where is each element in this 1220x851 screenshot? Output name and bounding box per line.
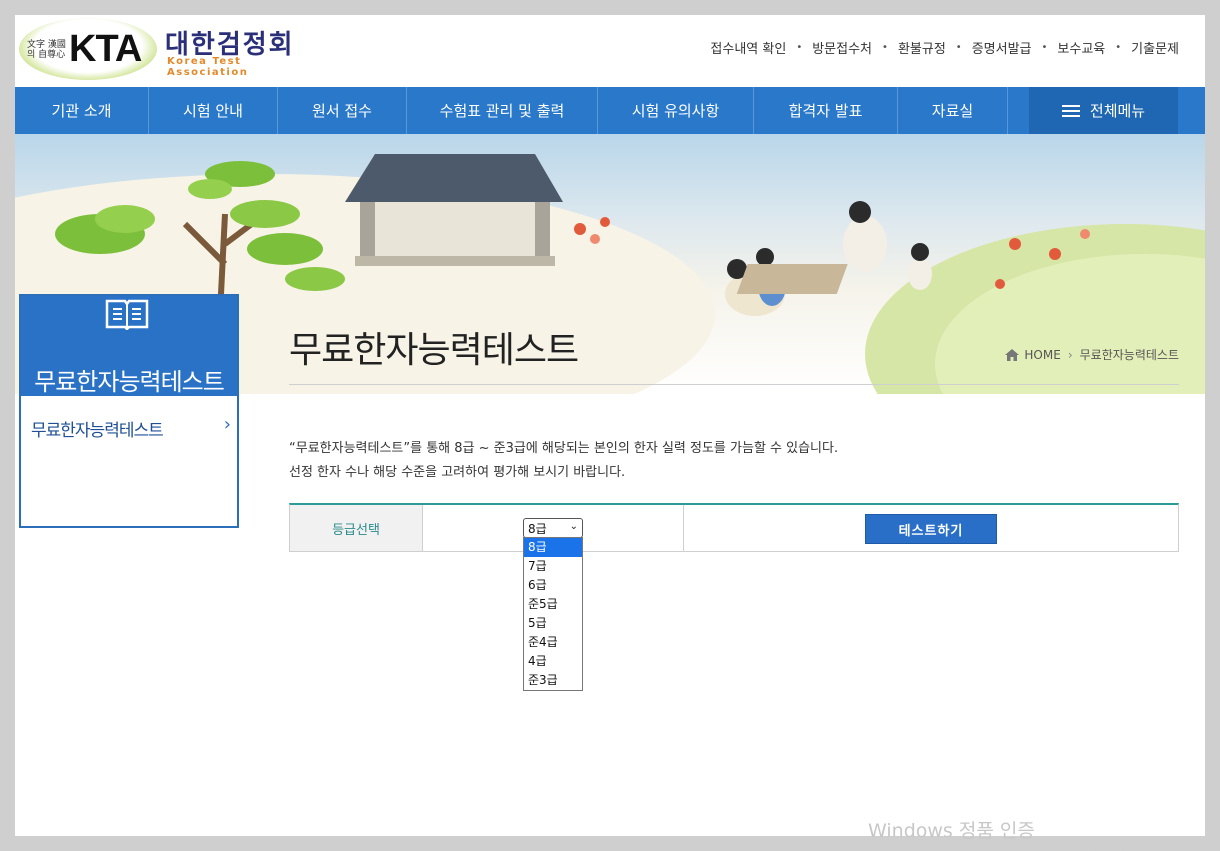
grade-dropdown-list: 8급 7급 6급 준5급 5급 준4급 4급 준3급 bbox=[523, 537, 583, 691]
util-separator: • bbox=[1115, 42, 1122, 53]
breadcrumb-current: 무료한자능력테스트 bbox=[1079, 348, 1179, 362]
util-separator: • bbox=[796, 42, 803, 53]
start-test-button[interactable]: 테스트하기 bbox=[865, 514, 997, 544]
page: 文字 漢國의 自尊心 KTA 대한검정회 Korea Test Associat… bbox=[15, 15, 1205, 836]
kta-logo[interactable]: 文字 漢國의 自尊心 KTA 대한검정회 Korea Test Associat… bbox=[19, 18, 319, 80]
all-menu-button[interactable]: 전체메뉴 bbox=[1029, 87, 1178, 134]
logo-kta-text: KTA bbox=[69, 28, 142, 70]
grade-select[interactable]: 8급 ⌄ bbox=[523, 518, 583, 538]
util-link-visit[interactable]: 방문접수처 bbox=[812, 38, 872, 57]
test-table: 등급선택 8급 ⌄ 테스트하기 bbox=[289, 503, 1179, 552]
grade-option[interactable]: 준5급 bbox=[524, 595, 582, 614]
chevron-right-icon: › bbox=[223, 414, 231, 435]
grade-option[interactable]: 준4급 bbox=[524, 633, 582, 652]
main-nav: 기관 소개 시험 안내 원서 접수 수험표 관리 및 출력 시험 유의사항 합격… bbox=[15, 87, 1205, 134]
header: 文字 漢國의 自尊心 KTA 대한검정회 Korea Test Associat… bbox=[15, 15, 1205, 87]
breadcrumb-arrow-icon: › bbox=[1067, 347, 1073, 362]
all-menu-label: 전체메뉴 bbox=[1089, 102, 1146, 120]
nav-item-results[interactable]: 합격자 발표 bbox=[754, 87, 898, 134]
page-title: 무료한자능력테스트 bbox=[289, 330, 579, 371]
description-line-1: “무료한자능력테스트”를 통해 8급 ~ 준3급에 해당되는 본인의 한자 실력… bbox=[289, 441, 839, 456]
chevron-down-icon: ⌄ bbox=[569, 521, 578, 532]
util-separator: • bbox=[1041, 42, 1048, 53]
util-link-refund[interactable]: 환불규정 bbox=[898, 38, 946, 57]
description-line-2: 선정 한자 수나 해당 수준을 고려하여 평가해 보시기 바랍니다. bbox=[289, 465, 626, 480]
nav-item-application[interactable]: 원서 접수 bbox=[278, 87, 407, 134]
side-menu-item-free-test[interactable]: 무료한자능력테스트 bbox=[31, 416, 227, 441]
grade-option[interactable]: 준3급 bbox=[524, 671, 582, 690]
grade-option[interactable]: 8급 bbox=[524, 538, 582, 557]
nav-item-resources[interactable]: 자료실 bbox=[898, 87, 1008, 134]
nav-item-about[interactable]: 기관 소개 bbox=[15, 87, 149, 134]
side-menu: 무료한자능력테스트 무료한자능력테스트 › bbox=[19, 294, 239, 528]
description: “무료한자능력테스트”를 통해 8급 ~ 준3급에 해당되는 본인의 한자 실력… bbox=[289, 437, 838, 485]
book-icon bbox=[105, 299, 149, 330]
breadcrumb: HOME › 무료한자능력테스트 bbox=[1005, 346, 1179, 363]
side-menu-title: 무료한자능력테스트 bbox=[34, 368, 225, 396]
util-link-past-exams[interactable]: 기출문제 bbox=[1131, 38, 1179, 57]
windows-activation-subtext: [설정]으로 이동하여 Windows를 정품 인증합니다. bbox=[868, 840, 1148, 851]
nav-item-exam-notes[interactable]: 시험 유의사항 bbox=[598, 87, 754, 134]
grade-option[interactable]: 5급 bbox=[524, 614, 582, 633]
util-link-certificate[interactable]: 증명서발급 bbox=[972, 38, 1032, 57]
grade-option[interactable]: 6급 bbox=[524, 576, 582, 595]
grade-label: 등급선택 bbox=[290, 505, 423, 551]
nav-item-admission-ticket[interactable]: 수험표 관리 및 출력 bbox=[407, 87, 598, 134]
grade-option[interactable]: 4급 bbox=[524, 652, 582, 671]
nav-item-exam-info[interactable]: 시험 안내 bbox=[149, 87, 278, 134]
button-cell: 테스트하기 bbox=[684, 505, 1178, 551]
title-divider bbox=[289, 384, 1179, 385]
home-icon bbox=[1005, 348, 1020, 361]
util-separator: • bbox=[882, 42, 888, 53]
hamburger-icon bbox=[1061, 104, 1080, 117]
logo-english-text: Korea Test Association bbox=[167, 56, 249, 78]
breadcrumb-home[interactable]: HOME bbox=[1024, 348, 1060, 362]
grade-option[interactable]: 7급 bbox=[524, 557, 582, 576]
util-link-receipt[interactable]: 접수내역 확인 bbox=[710, 38, 786, 57]
windows-activation-watermark: Windows 정품 인증 bbox=[868, 820, 1035, 842]
util-separator: • bbox=[955, 42, 962, 53]
logo-hanja-text: 文字 漢國의 自尊心 bbox=[27, 40, 66, 60]
grade-select-value: 8급 bbox=[528, 521, 547, 536]
utility-links: 접수내역 확인 • 방문접수처 • 환불규정 • 증명서발급 • 보수교육 • … bbox=[710, 38, 1179, 57]
side-menu-header: 무료한자능력테스트 bbox=[21, 296, 237, 396]
util-link-education[interactable]: 보수교육 bbox=[1057, 38, 1105, 57]
